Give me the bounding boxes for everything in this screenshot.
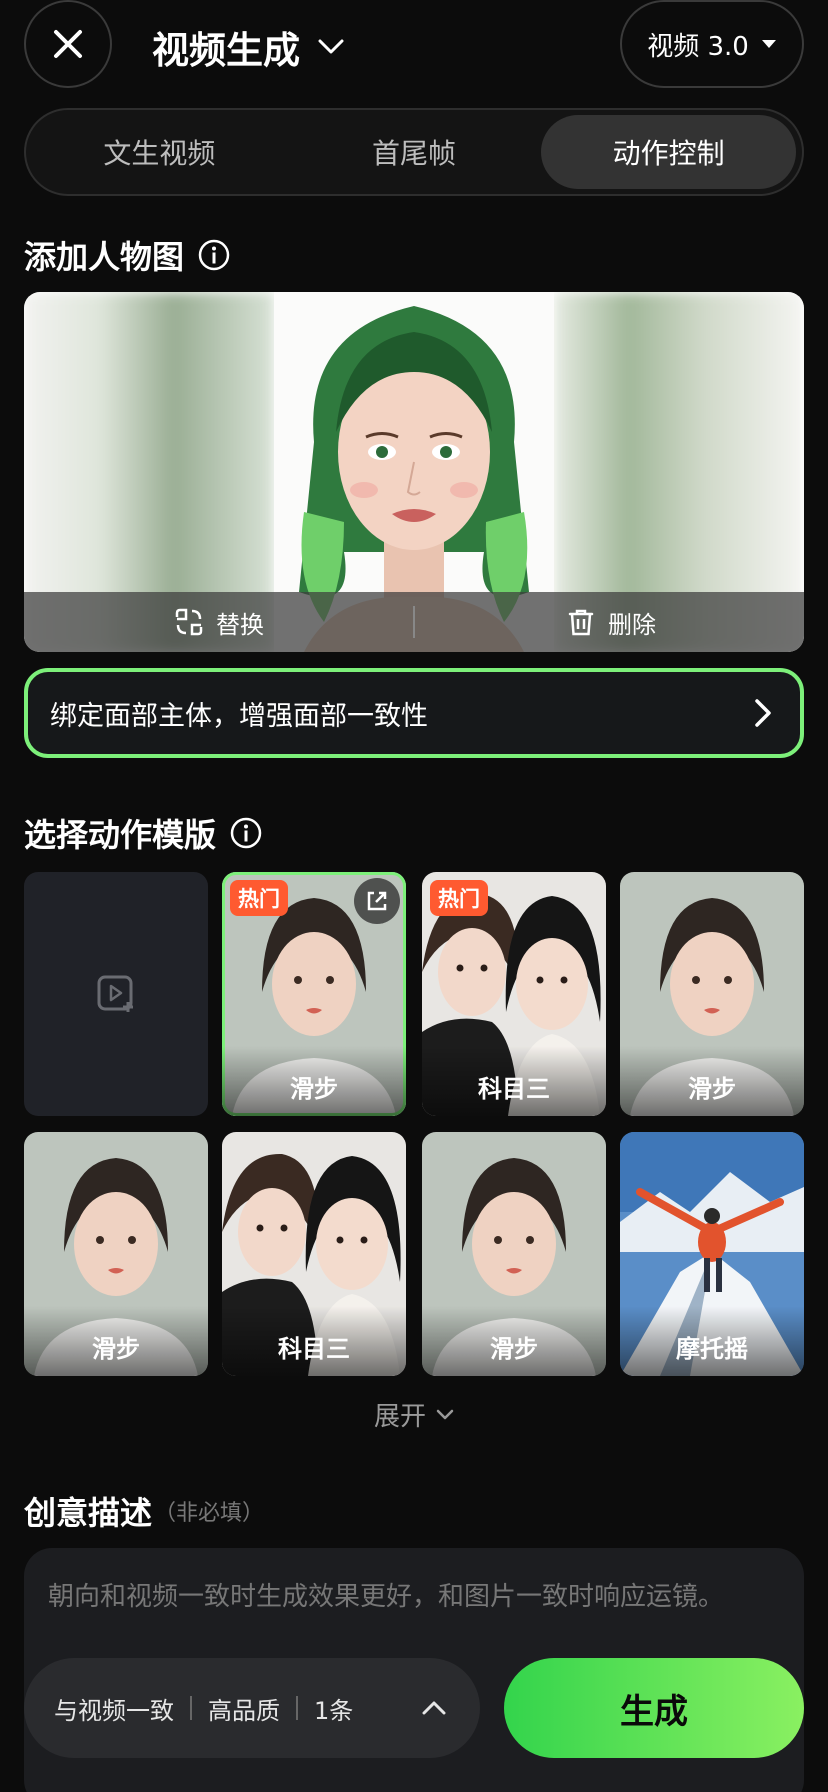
setting-count: 1条: [314, 1696, 354, 1725]
template-label: 摩托摇: [620, 1306, 804, 1376]
description-section-title: 创意描述 （非必填）: [24, 1488, 264, 1534]
delete-label: 删除: [608, 610, 656, 639]
template-label: 滑步: [24, 1306, 208, 1376]
chevron-down-icon: [318, 39, 344, 54]
info-icon[interactable]: [198, 239, 230, 271]
model-label: 视频 3.0: [647, 31, 749, 62]
action-divider: [413, 606, 415, 638]
chevron-up-icon: [422, 1701, 446, 1715]
model-selector[interactable]: 视频 3.0: [620, 0, 804, 88]
description-placeholder: 朝向和视频一致时生成效果更好，和图片一致时响应运镜。: [48, 1582, 725, 1612]
setting-separator: [296, 1696, 298, 1720]
info-icon[interactable]: [230, 817, 262, 849]
person-section-label: 添加人物图: [24, 238, 185, 276]
hot-badge: 热门: [430, 880, 488, 916]
generate-label: 生成: [620, 1691, 688, 1732]
hot-badge: 热门: [230, 880, 288, 916]
setting-quality: 高品质: [208, 1696, 280, 1725]
chevron-right-icon: [755, 699, 771, 727]
delete-button[interactable]: 删除: [566, 605, 656, 640]
replace-button[interactable]: 替换: [174, 605, 264, 640]
page-title-text: 视频生成: [152, 29, 300, 72]
mode-tabs: 文生视频 首尾帧 动作控制: [24, 108, 804, 196]
chevron-down-icon: [436, 1409, 454, 1419]
close-icon: [54, 30, 82, 58]
template-card[interactable]: 摩托摇: [620, 1132, 804, 1376]
person-action-bar: 替换 删除: [24, 592, 804, 652]
expand-templates-button[interactable]: 展开: [0, 1396, 828, 1433]
template-label: 滑步: [222, 1046, 406, 1116]
template-label: 科目三: [422, 1046, 606, 1116]
tab-motion-control[interactable]: 动作控制: [541, 115, 797, 189]
template-label: 滑步: [422, 1306, 606, 1376]
fullscreen-button[interactable]: [354, 878, 400, 924]
template-card[interactable]: 滑步: [620, 872, 804, 1116]
generation-settings[interactable]: 与视频一致 高品质 1条: [24, 1658, 480, 1758]
template-card[interactable]: 滑步: [422, 1132, 606, 1376]
tab-first-last-frame[interactable]: 首尾帧: [287, 115, 542, 189]
replace-label: 替换: [216, 610, 264, 639]
page-title[interactable]: 视频生成: [152, 20, 344, 74]
template-label: 科目三: [222, 1306, 406, 1376]
add-video-icon: [97, 975, 133, 1012]
generate-button[interactable]: 生成: [504, 1658, 804, 1758]
expand-icon: [367, 891, 387, 911]
replace-icon: [175, 608, 203, 636]
face-binding-banner[interactable]: 绑定面部主体，增强面部一致性: [24, 668, 804, 758]
description-title: 创意描述: [24, 1494, 153, 1532]
template-card[interactable]: 滑步: [24, 1132, 208, 1376]
upload-template-button[interactable]: [24, 872, 208, 1116]
optional-hint: （非必填）: [154, 1501, 265, 1526]
setting-ratio: 与视频一致: [54, 1696, 174, 1725]
tab-text-to-video[interactable]: 文生视频: [32, 115, 287, 189]
person-image-panel: 替换 删除: [24, 292, 804, 652]
trash-icon: [568, 609, 594, 636]
face-binding-text: 绑定面部主体，增强面部一致性: [50, 700, 428, 732]
person-section-title: 添加人物图: [24, 232, 230, 278]
setting-separator: [190, 1696, 192, 1720]
template-card[interactable]: 科目三: [222, 1132, 406, 1376]
caret-down-icon: [761, 40, 776, 48]
template-section-label: 选择动作模版: [24, 816, 217, 854]
template-label: 滑步: [620, 1046, 804, 1116]
template-card[interactable]: 热门 科目三: [422, 872, 606, 1116]
template-section-title: 选择动作模版: [24, 810, 262, 856]
close-button[interactable]: [24, 0, 112, 88]
expand-label: 展开: [373, 1402, 426, 1432]
template-card[interactable]: 热门 滑步: [222, 872, 406, 1116]
